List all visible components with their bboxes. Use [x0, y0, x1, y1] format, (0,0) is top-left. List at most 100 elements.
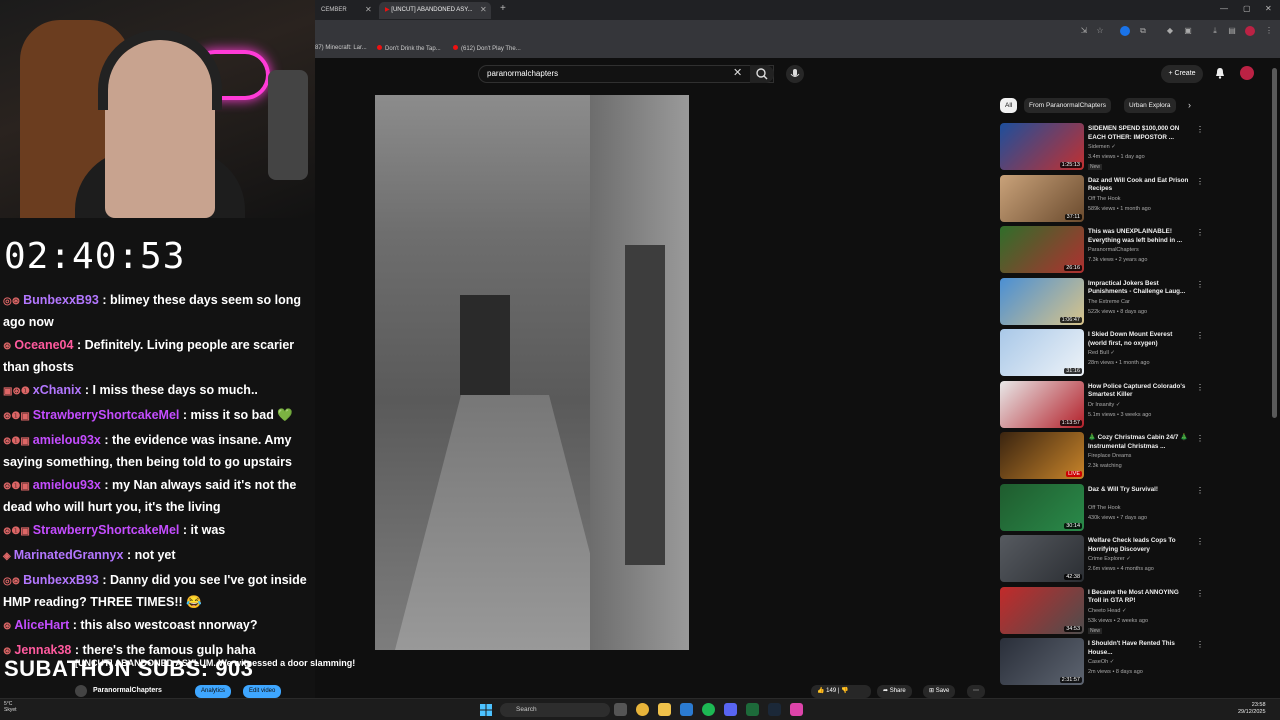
- weather-widget[interactable]: 5°C Skyet: [4, 701, 17, 713]
- recommendation-item[interactable]: 1:06:47 Impractical Jokers Best Punishmen…: [1000, 277, 1204, 330]
- recommendation-title[interactable]: I Skied Down Mount Everest (world first,…: [1088, 331, 1192, 348]
- bookmark-item[interactable]: (612) Don't Play The...: [453, 45, 521, 52]
- extension-icon[interactable]: ▣: [1183, 26, 1193, 36]
- chat-username[interactable]: Oceane04: [14, 338, 73, 352]
- chat-username[interactable]: StrawberryShortcakeMel: [33, 408, 180, 422]
- file-explorer-icon[interactable]: [658, 703, 671, 716]
- more-options-icon[interactable]: ⋮: [1196, 383, 1204, 392]
- clear-search-icon[interactable]: ✕: [733, 66, 742, 79]
- chat-username[interactable]: Jennak38: [14, 643, 71, 657]
- more-options-icon[interactable]: ⋮: [1196, 537, 1204, 546]
- search-input[interactable]: paranormalchapters: [478, 65, 774, 83]
- chip-urban-exploration[interactable]: Urban Explora: [1124, 98, 1176, 113]
- minimize-icon[interactable]: —: [1220, 4, 1228, 13]
- more-options-icon[interactable]: ⋮: [1196, 331, 1204, 340]
- sidebar-icon[interactable]: ▤: [1227, 26, 1237, 36]
- chat-username[interactable]: AliceHart: [14, 618, 69, 632]
- extension-icon[interactable]: [1120, 26, 1130, 36]
- close-icon[interactable]: ✕: [480, 5, 487, 14]
- recommendation-item[interactable]: LIVE 🎄 Cozy Christmas Cabin 24/7 🎄 Instru…: [1000, 432, 1204, 484]
- recommendation-title[interactable]: SIDEMEN SPEND $100,000 ON EACH OTHER: IM…: [1088, 125, 1192, 142]
- steam-icon[interactable]: [768, 703, 781, 716]
- more-actions-icon[interactable]: ⋯: [967, 685, 985, 698]
- video-thumbnail[interactable]: 2:31:57: [1000, 638, 1084, 685]
- task-view-icon[interactable]: [614, 703, 627, 716]
- bookmark-item[interactable]: Don't Drink the Tap...: [377, 45, 441, 52]
- share-button[interactable]: ➦ Share: [877, 685, 912, 698]
- recommendation-item[interactable]: 1:13:57 How Police Captured Colorado's Sm…: [1000, 380, 1204, 433]
- more-options-icon[interactable]: ⋮: [1196, 228, 1204, 237]
- recommendation-item[interactable]: 30:14 Daz & Will Try Survival! Off The Hoo…: [1000, 483, 1204, 536]
- profile-icon[interactable]: [1245, 26, 1255, 36]
- chat-username[interactable]: BunbexxB93: [23, 293, 99, 307]
- tab-active[interactable]: ▶ [UNCUT] ABANDONED ASY...: [379, 2, 491, 19]
- analytics-button[interactable]: Analytics: [195, 685, 232, 698]
- window-close-icon[interactable]: ✕: [1265, 4, 1272, 13]
- close-icon[interactable]: ✕: [365, 5, 372, 14]
- app-icon[interactable]: [790, 703, 803, 716]
- recommendation-title[interactable]: I Shouldn't Have Rented This House...: [1088, 640, 1192, 657]
- recommendation-item[interactable]: 42:38 Welfare Check leads Cops To Horrify…: [1000, 535, 1204, 587]
- video-thumbnail[interactable]: 31:16: [1000, 329, 1084, 376]
- video-thumbnail[interactable]: 1:06:47: [1000, 277, 1084, 325]
- taskbar-search[interactable]: Search: [500, 703, 610, 717]
- video-player[interactable]: [375, 95, 689, 650]
- extension-icon[interactable]: ◆: [1165, 26, 1175, 36]
- spotify-icon[interactable]: [702, 703, 715, 716]
- channel-name[interactable]: ParanormalChapters: [93, 687, 162, 694]
- system-clock[interactable]: 23:58 29/12/2025: [1238, 702, 1266, 716]
- video-thumbnail[interactable]: 1:25:13: [1000, 123, 1084, 170]
- recommendation-title[interactable]: Daz & Will Try Survival!: [1088, 486, 1192, 495]
- recommendation-item[interactable]: 34:53 I Became the Most ANNOYING Troll in…: [1000, 586, 1204, 639]
- puzzle-icon[interactable]: ⧉: [1138, 26, 1148, 36]
- video-thumbnail[interactable]: 1:13:57: [1000, 380, 1084, 428]
- chat-username[interactable]: xChanix: [33, 383, 82, 397]
- more-options-icon[interactable]: ⋮: [1196, 640, 1204, 649]
- video-thumbnail[interactable]: 26:16: [1000, 226, 1084, 273]
- notifications-icon[interactable]: [1213, 66, 1227, 80]
- chat-username[interactable]: MarinatedGrannyx: [14, 548, 124, 562]
- create-button[interactable]: + Create: [1161, 65, 1203, 83]
- recommendation-title[interactable]: Impractical Jokers Best Punishments - Ch…: [1088, 280, 1192, 297]
- recommendation-title[interactable]: Welfare Check leads Cops To Horrifying D…: [1088, 537, 1192, 554]
- voice-search-button[interactable]: [786, 65, 804, 83]
- recommendation-item[interactable]: 2:31:57 I Shouldn't Have Rented This Hous…: [1000, 638, 1204, 690]
- chat-username[interactable]: amielou93x: [33, 433, 101, 447]
- video-thumbnail[interactable]: 34:53: [1000, 586, 1084, 634]
- more-options-icon[interactable]: ⋮: [1196, 434, 1204, 443]
- chat-username[interactable]: BunbexxB93: [23, 573, 99, 587]
- recommendation-title[interactable]: How Police Captured Colorado's Smartest …: [1088, 383, 1192, 400]
- more-options-icon[interactable]: ⋮: [1196, 486, 1204, 495]
- recommendation-item[interactable]: 1:25:13 SIDEMEN SPEND $100,000 ON EACH OT…: [1000, 123, 1204, 175]
- account-avatar[interactable]: [1240, 66, 1254, 80]
- menu-icon[interactable]: ⋮: [1264, 26, 1274, 36]
- recommendation-item[interactable]: 37:11 Daz and Will Cook and Eat Prison Re…: [1000, 174, 1204, 227]
- recommendation-title[interactable]: This was UNEXPLAINABLE! Everything was l…: [1088, 228, 1192, 245]
- new-tab-icon[interactable]: +: [500, 3, 506, 14]
- more-options-icon[interactable]: ⋮: [1196, 177, 1204, 186]
- chip-all[interactable]: All: [1000, 98, 1018, 113]
- more-options-icon[interactable]: ⋮: [1196, 125, 1204, 134]
- bookmark-item[interactable]: 87) Minecraft: Lar...: [315, 45, 367, 51]
- recommendation-title[interactable]: 🎄 Cozy Christmas Cabin 24/7 🎄 Instrument…: [1088, 434, 1192, 451]
- chrome-icon[interactable]: [636, 703, 649, 716]
- windows-start-icon[interactable]: [480, 704, 492, 716]
- chat-username[interactable]: amielou93x: [33, 478, 101, 492]
- chevron-right-icon[interactable]: ›: [1188, 100, 1191, 110]
- edit-video-button[interactable]: Edit video: [243, 685, 282, 698]
- discord-icon[interactable]: [724, 703, 737, 716]
- chip-from-channel[interactable]: From ParanormalChapters: [1024, 98, 1111, 113]
- maximize-icon[interactable]: ▢: [1243, 4, 1251, 13]
- video-thumbnail[interactable]: LIVE: [1000, 432, 1084, 479]
- channel-avatar[interactable]: [75, 685, 87, 697]
- install-icon[interactable]: ⇲: [1079, 26, 1089, 36]
- video-thumbnail[interactable]: 30:14: [1000, 483, 1084, 531]
- terminal-icon[interactable]: [746, 703, 759, 716]
- store-icon[interactable]: [680, 703, 693, 716]
- recommendation-item[interactable]: 31:16 I Skied Down Mount Everest (world f…: [1000, 329, 1204, 381]
- video-thumbnail[interactable]: 42:38: [1000, 535, 1084, 582]
- recommendation-title[interactable]: I Became the Most ANNOYING Troll in GTA …: [1088, 589, 1192, 606]
- recommendation-item[interactable]: 26:16 This was UNEXPLAINABLE! Everything …: [1000, 226, 1204, 278]
- save-button[interactable]: ⊞ Save: [923, 685, 956, 698]
- search-button[interactable]: [750, 65, 774, 83]
